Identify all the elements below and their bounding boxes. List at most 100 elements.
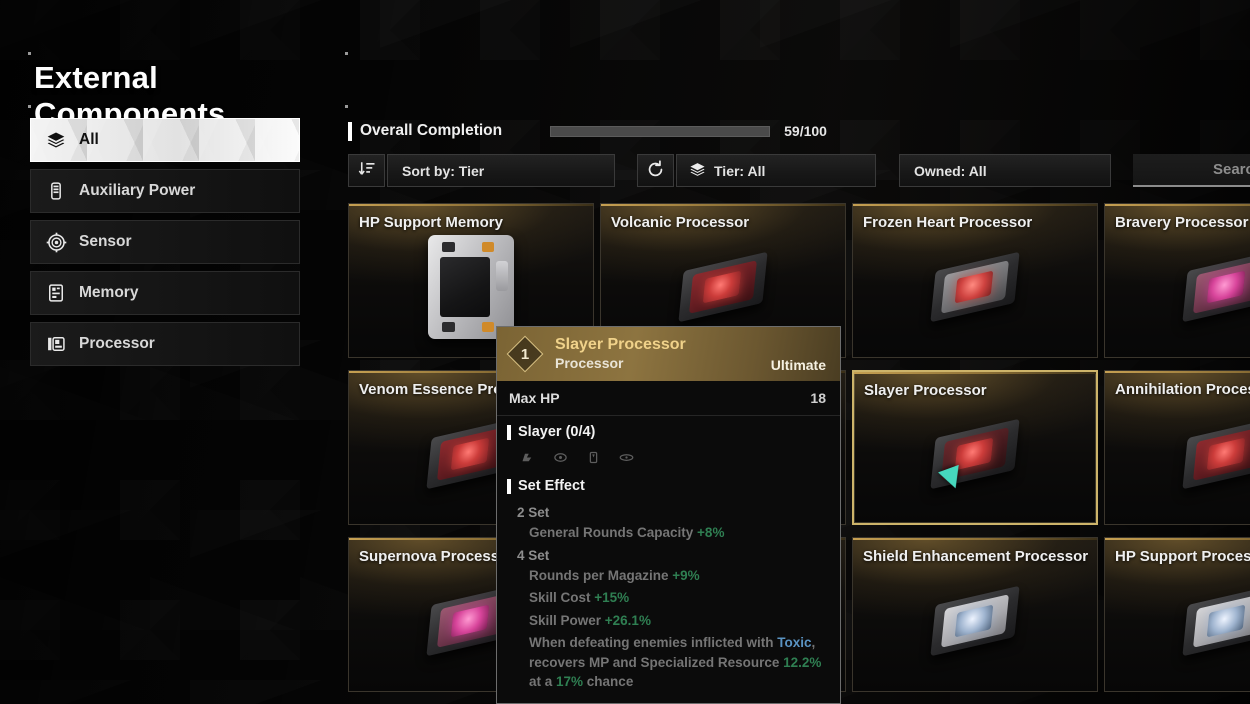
sidebar-item-processor[interactable]: Processor xyxy=(30,322,300,366)
category-nav: All Auxiliary Power Sensor Memory Proces… xyxy=(30,118,300,373)
sidebar-item-label: Memory xyxy=(79,284,139,301)
item-thumbnail xyxy=(671,248,775,326)
set-4-effect: Skill Cost +15% xyxy=(517,588,840,608)
component-card[interactable]: Frozen Heart Processor xyxy=(852,203,1098,358)
set-slot-icons xyxy=(497,444,840,470)
tooltip-item-name: Slayer Processor xyxy=(555,336,686,354)
layers-icon xyxy=(45,129,67,151)
tooltip-item-type: Processor xyxy=(555,354,624,371)
completion-label: Overall Completion xyxy=(360,122,503,139)
effect-value: +15% xyxy=(594,590,630,606)
sidebar-item-label: All xyxy=(79,131,99,148)
card-title: Shield Enhancement Processor xyxy=(863,548,1089,565)
item-thumbnail xyxy=(923,415,1027,493)
description-pre: When defeating enemies inflicted with xyxy=(529,635,778,651)
item-thumbnail xyxy=(923,248,1027,326)
owned-filter-label: Owned: All xyxy=(914,162,987,179)
filter-toolbar: Sort by: Tier Tier: All Owned: All Searc xyxy=(348,154,1250,187)
set-2-effect: General Rounds Capacity +8% xyxy=(517,523,840,543)
tooltip-set-name-section: Slayer (0/4) xyxy=(497,416,840,444)
owned-filter-dropdown[interactable]: Owned: All xyxy=(899,154,1111,187)
sort-by-dropdown[interactable]: Sort by: Tier xyxy=(387,154,615,187)
card-title: Frozen Heart Processor xyxy=(863,214,1033,231)
sort-by-label: Sort by: Tier xyxy=(402,162,485,179)
card-title: Slayer Processor xyxy=(864,382,987,399)
set-name: Slayer (0/4) xyxy=(518,424,596,440)
component-card[interactable]: Bravery Processor xyxy=(1104,203,1250,358)
chest-slot-icon xyxy=(552,449,569,466)
sidebar-item-sensor[interactable]: Sensor xyxy=(30,220,300,264)
section-marker xyxy=(507,424,511,440)
tier-filter-dropdown[interactable]: Tier: All xyxy=(676,154,876,187)
description-keyword: Toxic xyxy=(777,635,812,651)
item-thumbnail xyxy=(1175,415,1250,493)
reset-icon xyxy=(646,159,665,182)
section-marker xyxy=(507,478,511,494)
layers-icon xyxy=(689,161,706,181)
set-4-description: When defeating enemies inflicted with To… xyxy=(517,633,840,692)
tier-badge-icon: 1 xyxy=(506,335,544,373)
item-thumbnail xyxy=(1175,582,1250,660)
overall-completion: Overall Completion 59/100 xyxy=(348,118,1250,144)
effect-text: Rounds per Magazine xyxy=(529,567,673,583)
set-2-block: 2 Set General Rounds Capacity +8% 4 Set … xyxy=(497,498,840,692)
tier-badge-number: 1 xyxy=(520,345,530,363)
set-2-label: 2 Set xyxy=(517,505,550,520)
helmet-slot-icon xyxy=(519,449,536,466)
component-card-selected[interactable]: Slayer Processor xyxy=(852,370,1098,525)
description-value-1: 12.2% xyxy=(783,654,822,670)
completion-value: 59/100 xyxy=(784,123,827,139)
sort-direction-button[interactable] xyxy=(348,154,385,187)
card-title: HP Support Memory xyxy=(359,214,503,231)
stat-label: Max HP xyxy=(509,390,560,406)
card-title: Supernova Processor xyxy=(359,548,515,565)
arm-slot-icon xyxy=(585,449,602,466)
processor-icon xyxy=(45,333,67,355)
card-title: Bravery Processor xyxy=(1115,214,1249,231)
sidebar-item-label: Processor xyxy=(79,335,155,352)
card-title: Annihilation Processor xyxy=(1115,381,1250,398)
description-end: chance xyxy=(583,674,634,690)
sidebar-item-label: Sensor xyxy=(79,233,132,250)
component-card[interactable]: Shield Enhancement Processor xyxy=(852,537,1098,692)
set-4-label: 4 Set xyxy=(517,547,550,563)
item-thumbnail xyxy=(428,234,514,339)
description-mid-2: at a xyxy=(529,674,557,690)
component-card[interactable]: HP Support Processor xyxy=(1104,537,1250,692)
set-effect-label: Set Effect xyxy=(518,478,585,494)
game-screen: External Components All Auxiliary Power … xyxy=(0,0,1250,704)
tier-filter-label: Tier: All xyxy=(714,162,766,179)
sort-descending-icon xyxy=(358,160,376,181)
stat-value: 18 xyxy=(810,390,826,406)
set-4-effect: Skill Power +26.1% xyxy=(517,611,840,631)
battery-module-icon xyxy=(45,180,67,202)
reset-filters-button[interactable] xyxy=(637,154,674,187)
sidebar-item-all[interactable]: All xyxy=(30,118,300,162)
effect-value: +8% xyxy=(697,525,725,540)
sidebar-item-label: Auxiliary Power xyxy=(79,182,196,199)
component-card[interactable]: Annihilation Processor xyxy=(1104,370,1250,525)
sidebar-item-auxiliary-power[interactable]: Auxiliary Power xyxy=(30,169,300,213)
card-title: HP Support Processor xyxy=(1115,548,1250,565)
left-panel: External Components All Auxiliary Power … xyxy=(0,0,348,704)
card-title: Volcanic Processor xyxy=(611,214,750,231)
memory-chip-icon xyxy=(45,282,67,304)
tooltip-stat-row: Max HP 18 xyxy=(497,381,840,416)
search-placeholder: Search xyxy=(1212,161,1250,178)
search-input[interactable]: Search xyxy=(1133,154,1250,187)
effect-text: Skill Power xyxy=(529,612,605,628)
sensor-icon xyxy=(45,231,67,253)
effect-text: General Rounds Capacity xyxy=(529,525,698,540)
item-tooltip: 1 Slayer Processor Processor Ultimate Ma… xyxy=(496,326,841,704)
effect-value: +9% xyxy=(672,567,700,583)
leg-slot-icon xyxy=(618,449,635,466)
completion-progress-bar xyxy=(550,125,771,137)
tooltip-header: 1 Slayer Processor Processor Ultimate xyxy=(497,327,840,381)
tooltip-set-effect-section: Set Effect xyxy=(497,470,840,498)
effect-text: Skill Cost xyxy=(529,590,595,606)
sidebar-item-memory[interactable]: Memory xyxy=(30,271,300,315)
accent-bar xyxy=(348,121,352,141)
set-4-effect: Rounds per Magazine +9% xyxy=(517,566,840,586)
tooltip-rarity: Ultimate xyxy=(770,357,826,373)
item-thumbnail xyxy=(923,582,1027,660)
